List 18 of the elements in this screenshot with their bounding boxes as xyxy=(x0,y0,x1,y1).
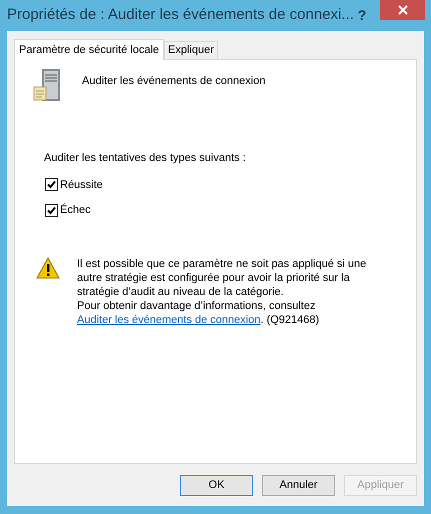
close-icon xyxy=(398,5,408,15)
tab[interactable]: Expliquer xyxy=(164,41,218,59)
policy-name: Auditer les événements de connexion xyxy=(82,74,266,89)
checkbox-label: Réussite xyxy=(60,178,103,192)
checkbox[interactable] xyxy=(45,178,58,192)
help-link[interactable]: Auditer les événements de connexion xyxy=(77,314,260,326)
checkbox[interactable] xyxy=(45,204,58,217)
window-title: Propriétés de : Auditer les événements de connexi... xyxy=(7,5,352,26)
warning-text: Il est possible que ce paramètre ne soit pas appliqué si une autre stratégie est configurée pour avoir la priorité sur la stratégie d’audit au niveau de la catégorie. xyxy=(77,256,368,298)
tab[interactable]: Paramètre de sécurité locale xyxy=(14,39,164,60)
dialog-button[interactable]: OK xyxy=(180,475,253,496)
dialog-button[interactable]: Annuler xyxy=(262,475,335,496)
close-button[interactable] xyxy=(380,0,425,20)
info-text: Pour obtenir davantage d’informations, consultez Auditer les événements de connexion. (Q921468) xyxy=(77,298,320,326)
audit-label: Auditer les tentatives des types suivants : xyxy=(44,151,247,166)
warning-icon xyxy=(36,256,60,278)
checkbox-label: Échec xyxy=(60,202,91,218)
help-button[interactable]: ? xyxy=(352,5,372,26)
